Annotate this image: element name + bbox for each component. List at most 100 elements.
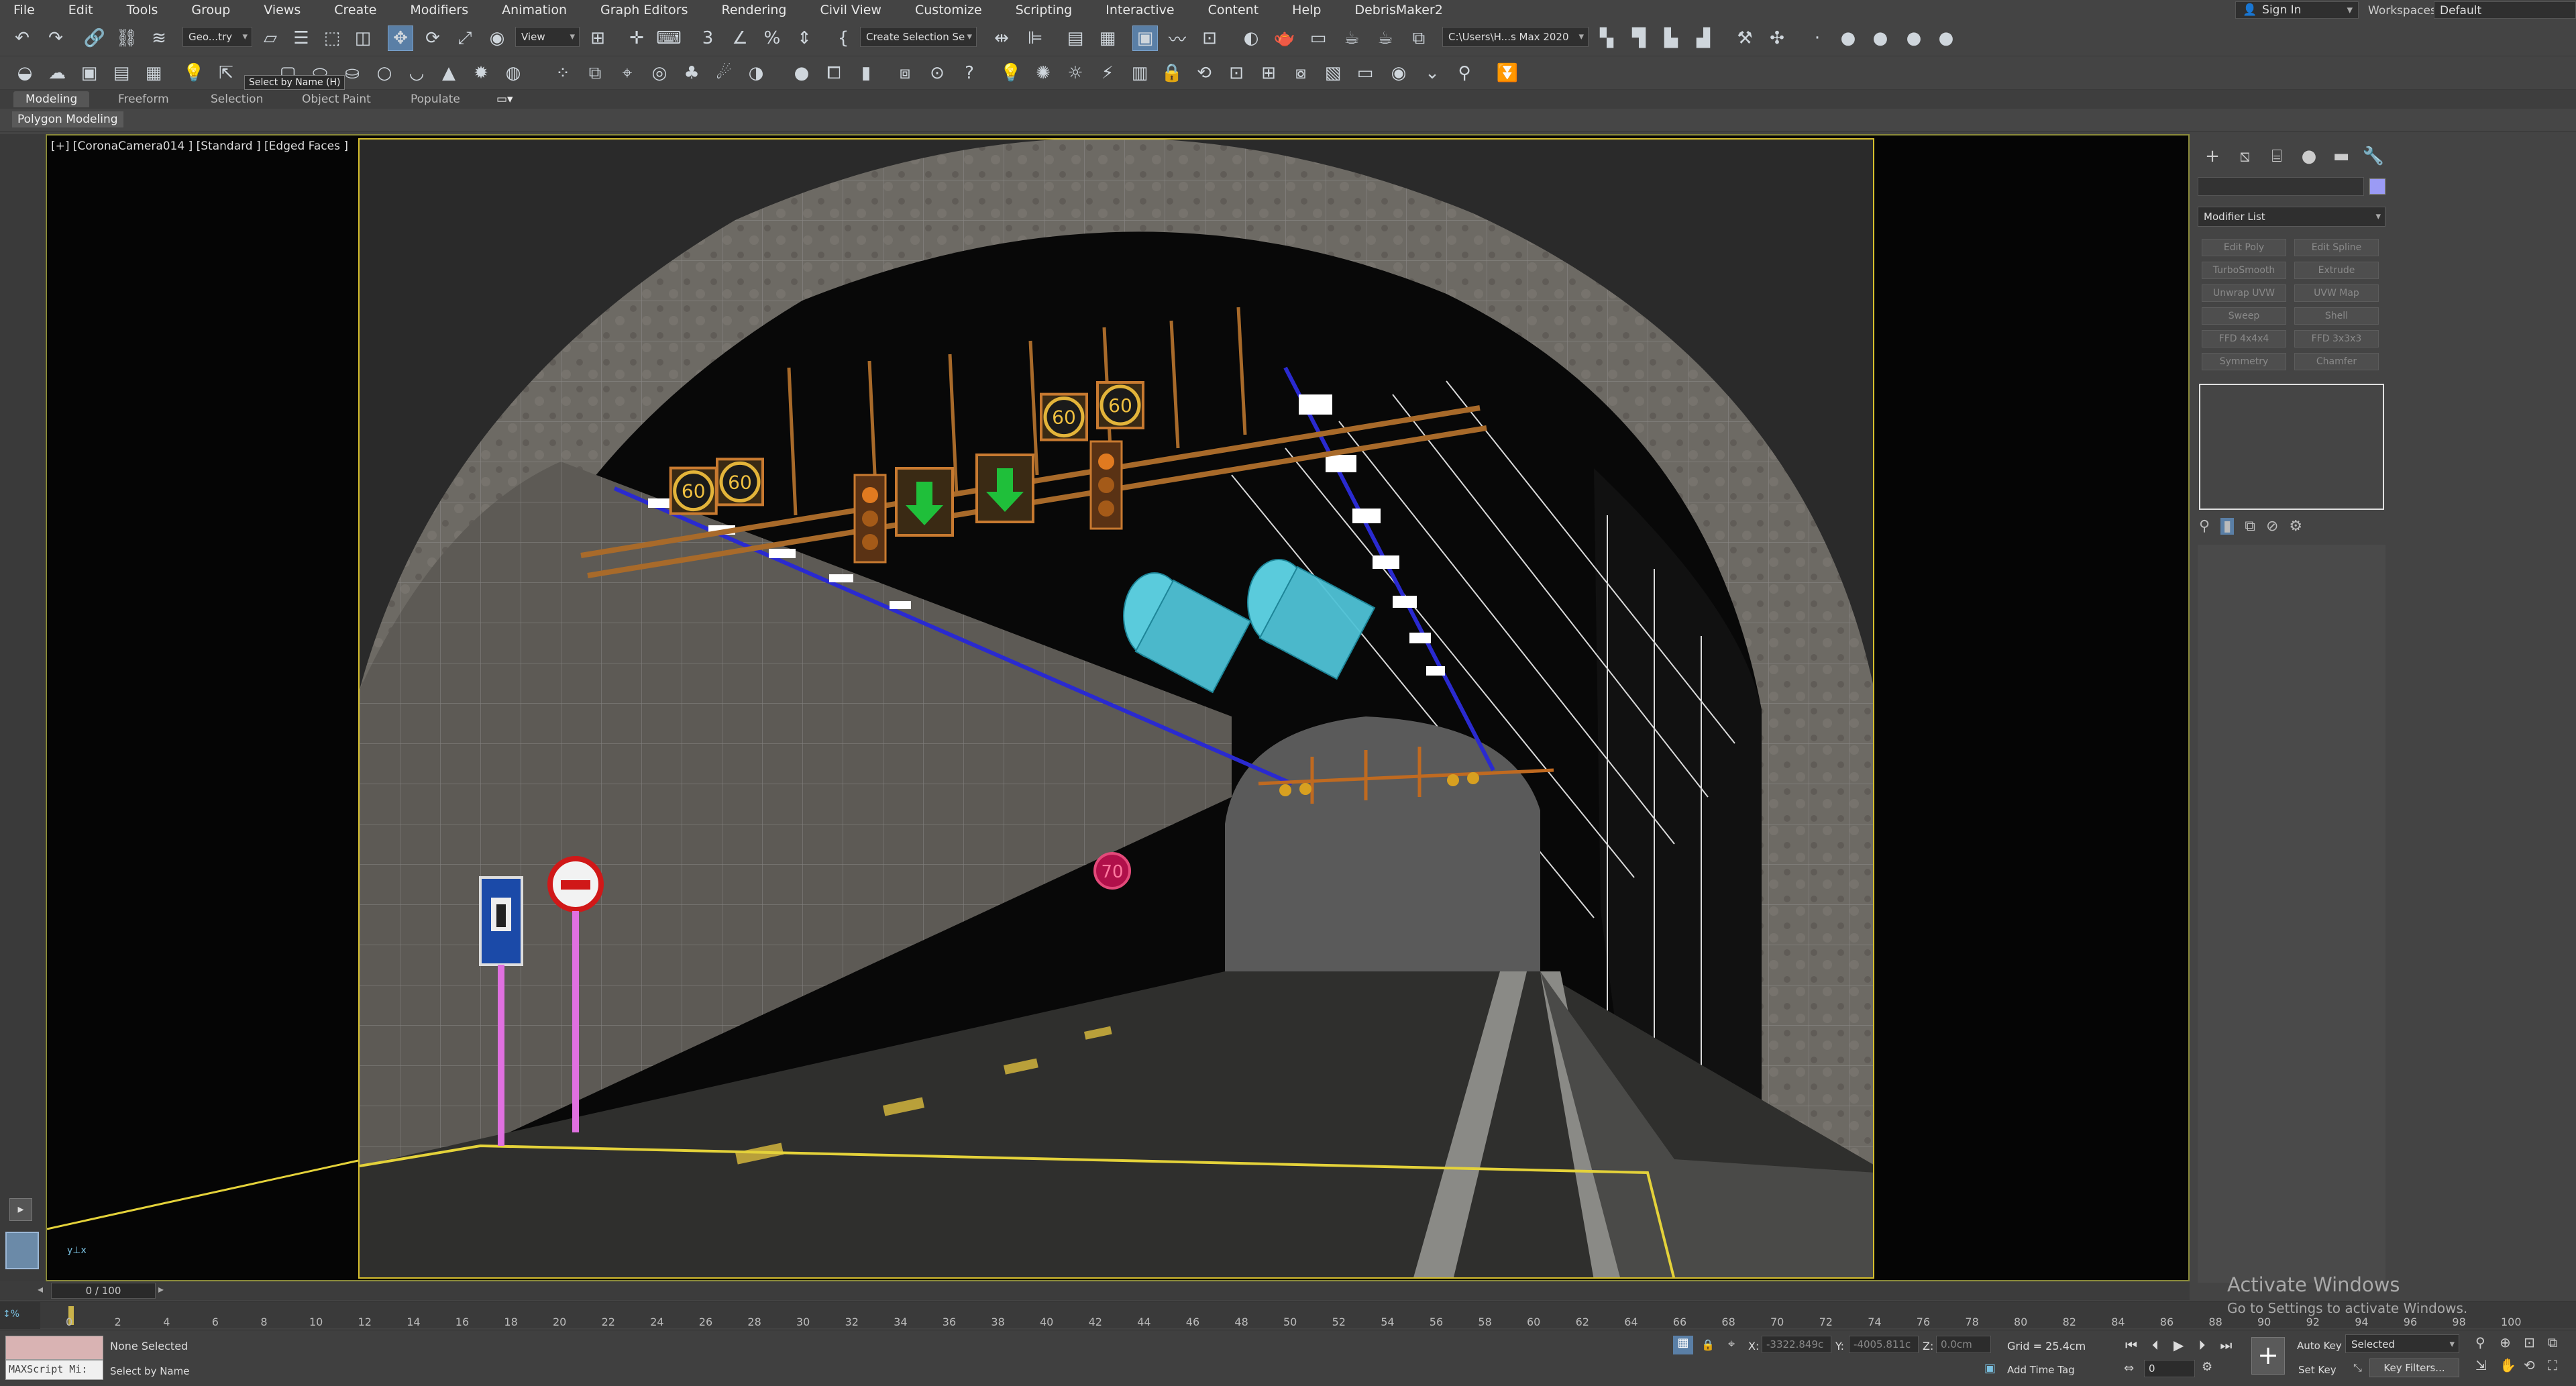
tab-modeling[interactable]: Modeling [13, 91, 90, 107]
x-coordinate-field[interactable]: -3322.849c [1762, 1336, 1831, 1353]
open-project-icon[interactable]: ▜ [1626, 25, 1652, 51]
image-icon[interactable]: ▧ [1320, 60, 1346, 86]
shell-button[interactable]: Shell [2294, 307, 2379, 325]
unwrap-uvw-button[interactable]: Unwrap UVW [2202, 284, 2286, 302]
render-frame-icon[interactable]: ▣ [76, 60, 102, 86]
make-unique-icon[interactable]: ⧉ [2245, 518, 2255, 535]
chamfer-button[interactable]: Chamfer [2294, 353, 2379, 370]
maximize-viewport-icon[interactable]: ⛶ [2548, 1357, 2572, 1373]
layer-explorer-icon[interactable]: ▦ [1095, 25, 1120, 51]
align-icon[interactable]: ⊫ [1022, 25, 1048, 51]
add-time-tag[interactable]: Add Time Tag [2007, 1364, 2075, 1376]
prev-frame-icon[interactable]: ◂ [38, 1283, 43, 1295]
tab-selection[interactable]: Selection [199, 91, 275, 107]
workspace-select[interactable]: Default [2434, 1, 2576, 19]
select-and-move-icon[interactable]: ✥ [388, 25, 413, 51]
symmetry-button[interactable]: Symmetry [2202, 353, 2286, 370]
create-geometry-icon[interactable]: ◒ [12, 60, 38, 86]
double-chevron-1-icon[interactable]: ⌄ [1419, 60, 1445, 86]
plugin-move-icon[interactable]: ✣ [1764, 25, 1790, 51]
named-selection-dropdown[interactable]: Create Selection Se [860, 27, 977, 47]
render-setup-icon[interactable]: 🫖 [1272, 25, 1297, 51]
zoom-all-icon[interactable]: ⊕ [2500, 1334, 2524, 1350]
disc-light-icon[interactable]: ◍ [500, 60, 526, 86]
menu-item-animation[interactable]: Animation [485, 3, 584, 17]
reference-coordinate-dropdown[interactable]: View [515, 27, 580, 47]
utilities-tab-icon[interactable]: 🔧 [2360, 144, 2387, 169]
spinner-snap-icon[interactable]: ⇕ [792, 25, 817, 51]
texture-icon[interactable]: ▥ [1127, 60, 1152, 86]
material-library-icon[interactable]: ◎ [647, 60, 672, 86]
render-production-icon[interactable]: ☕ [1339, 25, 1364, 51]
window-icon[interactable]: ▭ [1352, 60, 1378, 86]
settings-icon[interactable]: ⊙ [924, 60, 950, 86]
lock-icon[interactable]: 🔒 [1159, 60, 1185, 86]
unlink-icon[interactable]: ⛓ [114, 25, 140, 51]
remove-modifier-icon[interactable]: ⊘ [2266, 518, 2278, 535]
selection-lock-icon[interactable]: 🔒 [1701, 1338, 1715, 1351]
go-to-end-icon[interactable]: ⏭ [2220, 1337, 2232, 1353]
plugin-circle-4-icon[interactable]: ● [1933, 25, 1959, 51]
menu-item-tools[interactable]: Tools [110, 3, 175, 17]
help-icon[interactable]: ? [957, 60, 982, 86]
motion-tab-icon[interactable]: ● [2296, 144, 2322, 169]
bind-space-warp-icon[interactable]: ≋ [146, 25, 172, 51]
sun-light-icon[interactable]: ✹ [468, 60, 494, 86]
ffd-4x4x4-button[interactable]: FFD 4x4x4 [2202, 330, 2286, 348]
tree-icon[interactable]: ♣ [679, 60, 704, 86]
zoom-extents-icon[interactable]: ⊡ [2524, 1334, 2548, 1350]
track-bar[interactable]: ↕% 0 2 4 6 8 10 12 14 16 18 20 22 24 26 28 30 32 34 36 38 40… [0, 1301, 2576, 1329]
modifier-stack-list[interactable] [2199, 384, 2384, 510]
pin-stack-icon[interactable]: ⚲ [2199, 518, 2210, 535]
menu-item-civil-view[interactable]: Civil View [804, 3, 898, 17]
current-frame-field[interactable]: 0 [2144, 1360, 2195, 1377]
modify-tab-icon[interactable]: ⧅ [2231, 144, 2258, 169]
menu-item-views[interactable]: Views [247, 3, 317, 17]
material-editor-icon[interactable]: ◐ [1238, 25, 1264, 51]
plugin-tool-icon[interactable]: ⚒ [1732, 25, 1758, 51]
modifier-list-dropdown[interactable]: Modifier List [2198, 207, 2385, 227]
displacement-icon[interactable]: ◑ [743, 60, 769, 86]
edit-named-selection-icon[interactable]: { [830, 25, 856, 51]
display-tab-icon[interactable]: ▬ [2328, 144, 2355, 169]
isolate-selection-icon[interactable]: ▦ [1673, 1336, 1693, 1354]
menu-item-debrismaker2[interactable]: DebrisMaker2 [1338, 3, 1459, 17]
set-key-big-button[interactable]: + [2251, 1337, 2285, 1375]
angle-snap-icon[interactable]: ∠ [727, 25, 753, 51]
viewport-layout-thumbnail[interactable] [5, 1232, 39, 1269]
select-and-scale-icon[interactable]: ⤢ [452, 25, 478, 51]
list-panel-icon[interactable]: ▤ [109, 60, 134, 86]
menu-item-customize[interactable]: Customize [898, 3, 999, 17]
menu-item-graph-editors[interactable]: Graph Editors [584, 3, 704, 17]
tab-freeform[interactable]: Freeform [106, 91, 181, 107]
select-by-name-icon[interactable]: ☰ [288, 25, 314, 51]
go-to-start-icon[interactable]: ⏮ [2125, 1337, 2137, 1353]
fur-icon[interactable]: ☄ [711, 60, 737, 86]
scene-explorer-icon[interactable]: ▤ [1063, 25, 1088, 51]
percent-snap-icon[interactable]: % [759, 25, 785, 51]
proxy-icon[interactable]: ⧉ [582, 60, 608, 86]
tab-object-paint[interactable]: Object Paint [290, 91, 383, 107]
undo-icon[interactable]: ↶ [9, 25, 35, 51]
spotlight-icon[interactable]: ⚡ [1095, 60, 1120, 86]
next-key-icon[interactable]: ⏵ [2198, 1337, 2205, 1353]
menu-item-interactive[interactable]: Interactive [1089, 3, 1191, 17]
previous-key-icon[interactable]: ⏴ [2152, 1337, 2159, 1353]
create-shape-icon[interactable]: ☁ [44, 60, 70, 86]
menu-item-scripting[interactable]: Scripting [999, 3, 1089, 17]
vfb-icon[interactable]: ⧠ [821, 60, 847, 86]
archive-project-icon[interactable]: ▟ [1690, 25, 1716, 51]
maxscript-input[interactable]: MAXScript Mi: [5, 1360, 103, 1380]
track-bar-toggle-icon[interactable]: ↕% [0, 1302, 40, 1329]
project-folder-dropdown[interactable]: C:\Users\H...s Max 2020 [1442, 27, 1589, 47]
refresh-icon[interactable]: ⟲ [1191, 60, 1217, 86]
plugin-dot-icon[interactable]: · [1805, 25, 1830, 51]
plugin-circle-2-icon[interactable]: ● [1868, 25, 1893, 51]
edit-spline-button[interactable]: Edit Spline [2294, 239, 2379, 256]
next-frame-icon[interactable]: ▸ [158, 1283, 164, 1295]
y-coordinate-field[interactable]: -4005.811c [1849, 1336, 1919, 1353]
key-mode-dropdown[interactable]: Selected [2345, 1334, 2459, 1353]
key-filters-icon[interactable]: ⤡ [2353, 1361, 2362, 1375]
viewport-config-icon[interactable]: ⧇ [1288, 60, 1313, 86]
grid-view-icon[interactable]: ⊞ [1256, 60, 1281, 86]
